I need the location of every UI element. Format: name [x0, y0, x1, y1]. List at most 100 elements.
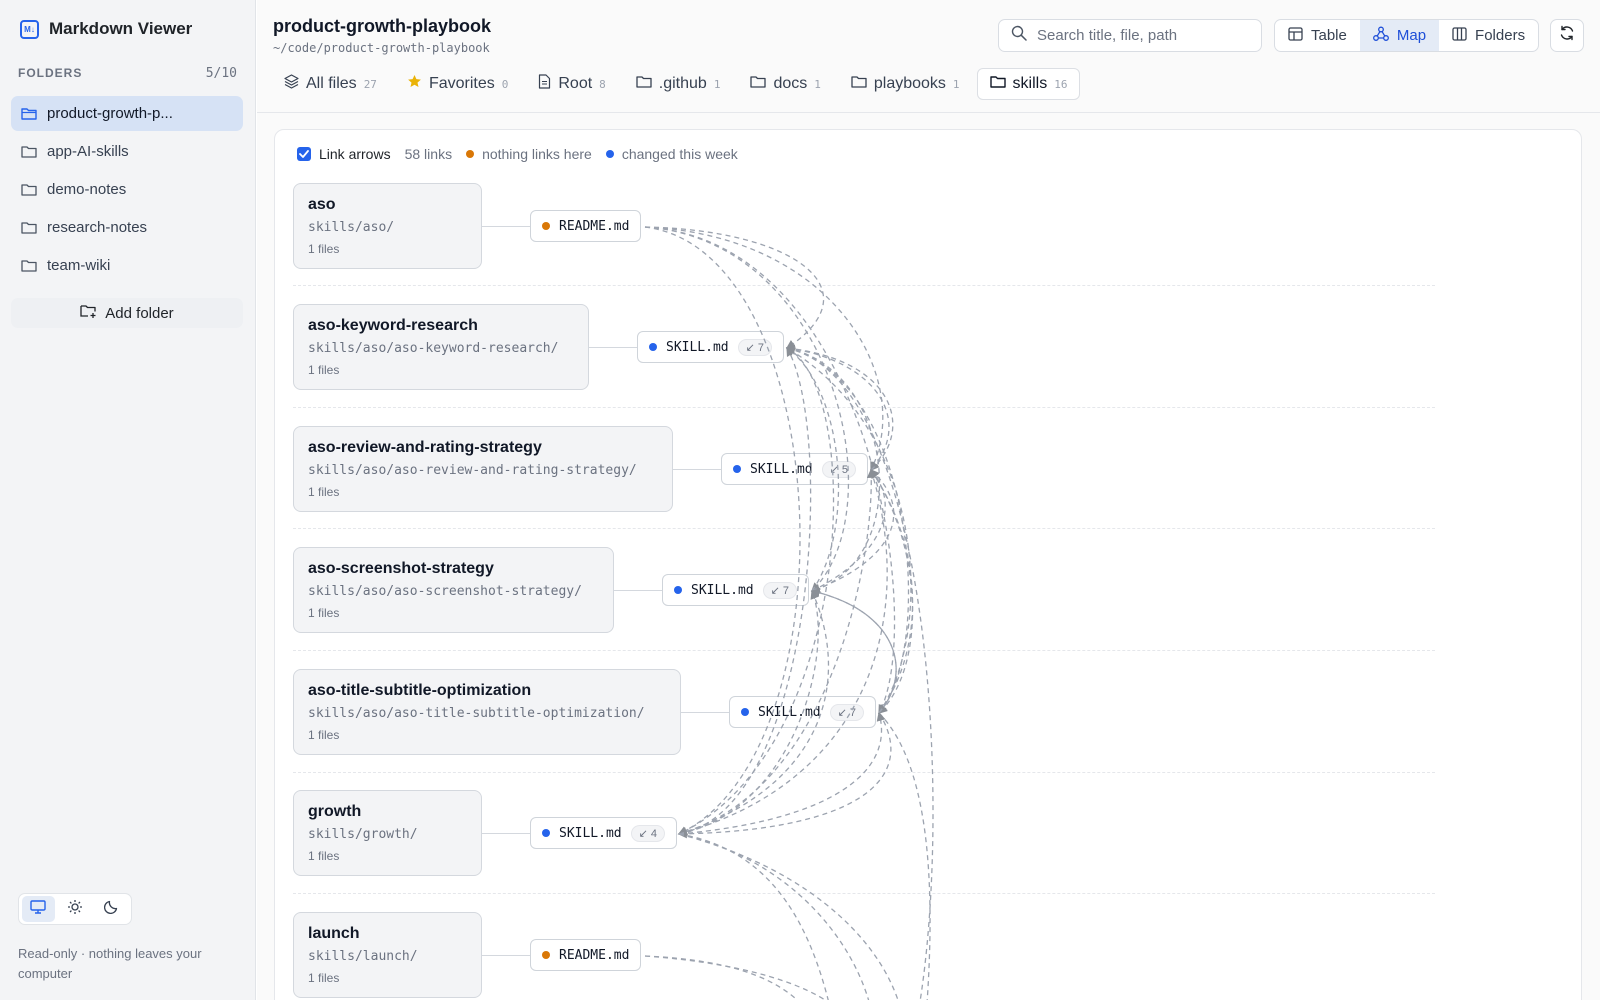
link-arrow [810, 588, 897, 714]
folder-node-aso[interactable]: aso skills/aso/ 1 files [293, 183, 482, 269]
theme-system-button[interactable] [22, 896, 55, 922]
folder-node-path: skills/growth/ [308, 827, 418, 842]
folder-node-count: 1 files [308, 485, 340, 499]
row-separator [293, 285, 1435, 286]
file-node-label: SKILL.md [559, 825, 622, 841]
tab-count: 1 [713, 77, 721, 91]
link-arrow [785, 347, 912, 714]
tab-github[interactable]: .github 1 [623, 68, 734, 100]
file-node-aso-keyword-research-skill[interactable]: SKILL.md ↙ 7 [637, 331, 785, 363]
tab-label: Favorites [428, 75, 495, 92]
tab-favorites[interactable]: Favorites 0 [394, 68, 521, 100]
row-separator [293, 893, 1435, 894]
search-box[interactable] [998, 19, 1262, 52]
folder-node-aso-title-subtitle-optimization[interactable]: aso-title-subtitle-optimization skills/a… [293, 669, 681, 755]
folder-node-path: skills/aso/aso-screenshot-strategy/ [308, 584, 582, 599]
node-connector [482, 226, 530, 227]
file-node-launch-readme[interactable]: README.md [530, 939, 642, 971]
file-node-aso-screenshot-skill[interactable]: SKILL.md ↙ 7 [662, 574, 810, 606]
link-arrow [677, 469, 888, 837]
brand[interactable]: M↓ Markdown Viewer [20, 19, 192, 39]
tab-count: 1 [952, 77, 960, 91]
backlinks-badge: ↙ 7 [762, 581, 798, 599]
node-connector [482, 955, 530, 956]
node-connector [673, 469, 721, 470]
link-arrows-checkbox[interactable] [297, 147, 311, 161]
legend-label: changed this week [621, 146, 738, 162]
folders-count: 5/10 [205, 66, 237, 81]
orphan-dot-icon [542, 951, 550, 959]
folders-label: FOLDERS [18, 66, 83, 80]
link-arrow [786, 347, 934, 1000]
link-arrow [644, 226, 850, 592]
tab-label: All files [306, 75, 357, 92]
folder-node-aso-keyword-research[interactable]: aso-keyword-research skills/aso/aso-keyw… [293, 304, 589, 390]
sun-icon [67, 899, 83, 920]
view-folders-button[interactable]: Folders [1439, 20, 1538, 51]
link-arrow [811, 469, 886, 592]
sidebar-item-team-wiki[interactable]: team-wiki [11, 248, 243, 283]
file-node-aso-title-skill[interactable]: SKILL.md ↙ 7 [729, 696, 877, 728]
folder-node-name: aso-review-and-rating-strategy [308, 439, 542, 456]
file-node-label: SKILL.md [666, 339, 729, 355]
file-node-aso-readme[interactable]: README.md [530, 210, 642, 242]
folder-node-count: 1 files [308, 849, 340, 863]
tab-label: playbooks [873, 75, 946, 92]
backlinks-badge: ↙ 5 [821, 460, 857, 478]
tab-count: 16 [1054, 77, 1068, 91]
file-icon [538, 74, 551, 94]
header: product-growth-playbook ~/code/product-g… [257, 0, 1600, 113]
changed-dot-icon [741, 708, 749, 716]
folder-icon [989, 75, 1006, 93]
tab-docs[interactable]: docs 1 [737, 68, 833, 100]
file-node-aso-review-skill[interactable]: SKILL.md ↙ 5 [721, 453, 869, 485]
link-arrows-label[interactable]: Link arrows [319, 146, 391, 162]
view-map-button[interactable]: Map [1359, 20, 1440, 51]
link-arrow [785, 344, 894, 471]
folder-node-aso-screenshot-strategy[interactable]: aso-screenshot-strategy skills/aso/aso-s… [293, 547, 614, 633]
refresh-icon [1559, 25, 1575, 46]
folder-icon [851, 75, 867, 93]
tab-count: 1 [814, 77, 821, 91]
file-node-growth-skill[interactable]: SKILL.md ↙ 4 [530, 817, 678, 849]
theme-dark-button[interactable] [95, 896, 128, 922]
folder-node-growth[interactable]: growth skills/growth/ 1 files [293, 790, 482, 876]
view-table-label: Table [1311, 27, 1347, 44]
tab-playbooks[interactable]: playbooks 1 [838, 68, 973, 100]
tab-root[interactable]: Root 8 [525, 68, 618, 100]
sidebar-item-demo-notes[interactable]: demo-notes [11, 172, 243, 207]
sidebar-item-product-growth[interactable]: product-growth-p... [11, 96, 243, 131]
folder-icon [750, 75, 767, 93]
orphan-dot-icon [542, 222, 550, 230]
sidebar-item-app-ai-skills[interactable]: app-AI-skills [11, 134, 243, 169]
map-nodes-icon [1372, 26, 1389, 45]
row-separator [293, 528, 1435, 529]
file-node-label: SKILL.md [691, 582, 754, 598]
tab-all-files[interactable]: All files 27 [271, 68, 390, 100]
theme-light-button[interactable] [59, 896, 92, 922]
link-arrow [810, 469, 895, 593]
link-arrow [786, 347, 890, 471]
add-folder-button[interactable]: Add folder [11, 298, 243, 328]
tab-label: skills [1012, 75, 1048, 92]
file-node-label: SKILL.md [758, 704, 821, 720]
folder-node-launch[interactable]: launch skills/launch/ 1 files [293, 912, 482, 998]
row-separator [293, 772, 1435, 773]
tab-label: Root [558, 75, 593, 92]
view-table-button[interactable]: Table [1275, 20, 1360, 51]
changed-dot-icon [649, 343, 657, 351]
add-folder-label: Add folder [105, 304, 174, 322]
sidebar-item-research-notes[interactable]: research-notes [11, 210, 243, 245]
node-connector [614, 590, 662, 591]
tab-skills[interactable]: skills 16 [976, 68, 1081, 100]
folder-node-path: skills/aso/ [308, 220, 395, 235]
changed-dot-icon [733, 465, 741, 473]
folder-icon [21, 183, 37, 196]
folders-header: FOLDERS 5/10 [18, 66, 237, 81]
folder-node-aso-review-and-rating-strategy[interactable]: aso-review-and-rating-strategy skills/as… [293, 426, 673, 512]
link-arrow [644, 955, 827, 1000]
changed-dot-icon [542, 829, 550, 837]
search-input[interactable] [1037, 27, 1247, 44]
refresh-button[interactable] [1550, 19, 1584, 52]
folder-node-name: aso-title-subtitle-optimization [308, 682, 532, 699]
